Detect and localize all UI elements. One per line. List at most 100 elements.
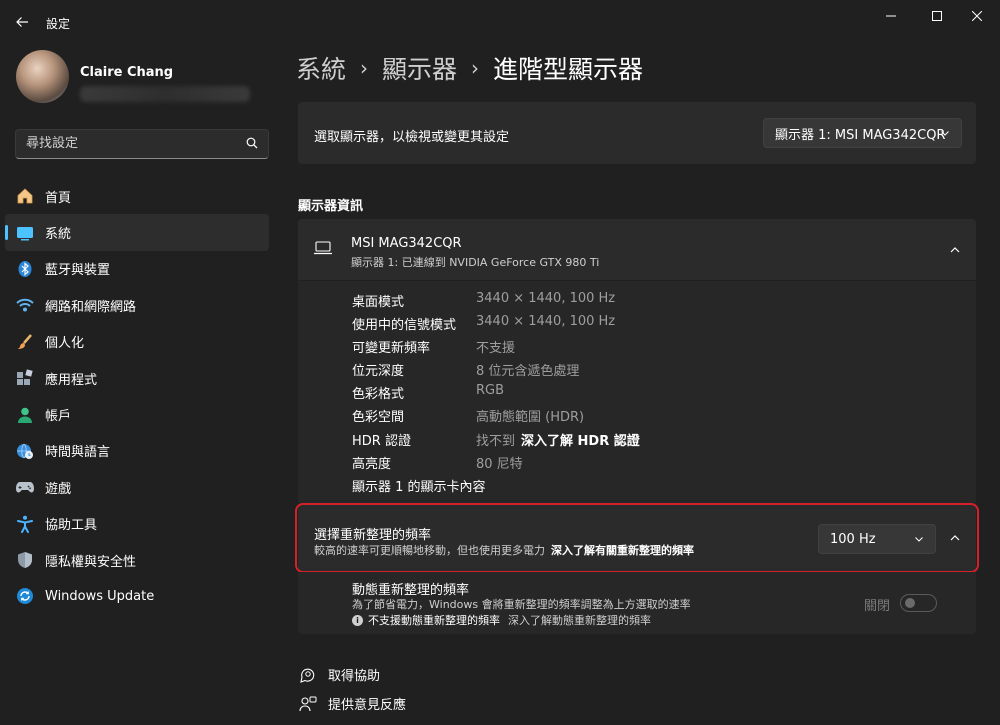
hdr-certification-link[interactable]: 深入了解 HDR 認證 [521, 434, 640, 449]
globe-clock-icon [15, 441, 35, 461]
bluetooth-icon [15, 259, 35, 279]
info-value: 找不到 [476, 434, 516, 449]
sidebar-item-label: 遊戲 [45, 481, 72, 497]
info-key: 可變更新頻率 [352, 341, 431, 356]
close-button[interactable] [954, 0, 1000, 32]
info-value: 3440 × 1440, 100 Hz [476, 291, 616, 306]
sidebar-item-home[interactable]: 首頁 [5, 178, 269, 214]
dynamic-refresh-note: i 不支援動態重新整理的頻率 深入了解動態重新整理的頻率 [352, 612, 651, 628]
get-help-link[interactable]: 取得協助 [298, 665, 380, 684]
chevron-down-icon [940, 127, 950, 142]
back-arrow-icon [16, 17, 28, 27]
sidebar-item-label: 帳戶 [45, 409, 72, 425]
dynamic-refresh-learn-more-link[interactable]: 深入了解動態重新整理的頻率 [508, 612, 651, 628]
minimize-icon [886, 15, 896, 17]
search-icon[interactable] [246, 137, 258, 153]
display-info-header[interactable]: MSI MAG342CQR 顯示器 1: 已連線到 NVIDIA GeForce… [298, 219, 976, 280]
select-display-card: 選取顯示器，以檢視或變更其設定 顯示器 1: MSI MAG342CQR [298, 102, 976, 164]
chevron-up-icon [950, 535, 960, 541]
sidebar-item-label: 時間與語言 [45, 445, 111, 461]
info-value: 不支援 [476, 341, 516, 356]
update-icon [15, 586, 35, 606]
sidebar-item-label: 首頁 [45, 190, 72, 206]
sidebar-item-label: 藍牙與裝置 [45, 263, 111, 279]
info-key: 使用中的信號模式 [352, 318, 457, 333]
laptop-icon [313, 241, 333, 259]
sidebar-item-privacy-security[interactable]: 隱私權與安全性 [5, 542, 269, 578]
refresh-rate-value: 100 Hz [830, 531, 876, 547]
breadcrumb-separator: › [360, 56, 369, 80]
monitor-name: MSI MAG342CQR [351, 236, 462, 251]
breadcrumb-separator: › [471, 56, 480, 80]
sidebar-item-personalization[interactable]: 個人化 [5, 324, 269, 360]
dynamic-refresh-toggle[interactable] [900, 594, 937, 612]
collapse-display-info-button[interactable] [941, 236, 969, 264]
system-icon [15, 223, 35, 243]
give-feedback-label: 提供意見反應 [328, 698, 407, 713]
breadcrumb: 系統 › 顯示器 › 進階型顯示器 [296, 50, 643, 86]
apps-icon [15, 368, 35, 388]
section-title-display-info: 顯示器資訊 [298, 199, 364, 214]
monitor-subtitle: 顯示器 1: 已連線到 NVIDIA GeForce GTX 980 Ti [351, 256, 600, 269]
search-input[interactable] [26, 136, 226, 151]
help-icon [298, 666, 318, 684]
wifi-icon [15, 295, 35, 315]
monitor-select-dropdown[interactable]: 顯示器 1: MSI MAG342CQR [763, 118, 962, 148]
title-bar: 設定 [0, 0, 1000, 44]
dynamic-refresh-subtitle: 為了節省電力，Windows 會將重新整理的頻率調整為上方選取的速率 [352, 598, 691, 611]
info-value: RGB [476, 383, 505, 398]
sidebar-item-label: 網路和網際網路 [45, 299, 137, 315]
refresh-rate-title: 選擇重新整理的頻率 [314, 528, 432, 543]
chevron-up-icon [950, 247, 960, 253]
close-icon [972, 11, 982, 21]
give-feedback-link[interactable]: 提供意見反應 [298, 694, 406, 713]
sidebar-item-label: 系統 [45, 227, 72, 243]
info-value: 80 尼特 [476, 457, 523, 472]
refresh-rate-description: 較高的速率可更順暢地移動，但也使用更多電力 [314, 544, 545, 557]
select-display-label: 選取顯示器，以檢視或變更其設定 [314, 130, 510, 145]
get-help-label: 取得協助 [328, 669, 381, 684]
sidebar-item-accessibility[interactable]: 協助工具 [5, 506, 269, 542]
collapse-refresh-rate-button[interactable] [941, 524, 969, 552]
sidebar-item-windows-update[interactable]: Windows Update [5, 578, 269, 614]
sidebar-item-gaming[interactable]: 遊戲 [5, 469, 269, 505]
breadcrumb-display[interactable]: 顯示器 [382, 50, 457, 86]
info-value: 8 位元含遞色處理 [476, 364, 580, 379]
chevron-down-icon [914, 533, 924, 548]
sidebar-item-network[interactable]: 網路和網際網路 [5, 287, 269, 323]
user-email-redacted [80, 86, 250, 102]
sidebar-item-label: 個人化 [45, 336, 85, 352]
toggle-state-label: 關閉 [864, 599, 891, 614]
info-key[interactable]: 顯示器 1 的顯示卡內容 [352, 476, 486, 495]
sidebar-item-apps[interactable]: 應用程式 [5, 360, 269, 396]
home-icon [15, 186, 35, 206]
refresh-rate-dropdown[interactable]: 100 Hz [818, 524, 936, 554]
avatar[interactable] [16, 50, 69, 103]
gamepad-icon [15, 477, 35, 497]
sidebar-item-label: 協助工具 [45, 518, 98, 534]
info-icon: i [352, 614, 363, 626]
info-key: 桌面模式 [352, 295, 405, 310]
display-info-body: 桌面模式 3440 × 1440, 100 Hz 使用中的信號模式 3440 ×… [298, 281, 976, 503]
refresh-rate-card: 選擇重新整理的頻率 較高的速率可更順暢地移動，但也使用更多電力 深入了解有關重新整… [298, 504, 976, 571]
sidebar-item-system[interactable]: 系統 [5, 214, 269, 251]
back-button[interactable] [8, 8, 36, 36]
info-value: 3440 × 1440, 100 Hz [476, 314, 616, 329]
breadcrumb-system[interactable]: 系統 [296, 50, 346, 86]
info-key: HDR 認證 [352, 434, 411, 449]
monitor-select-value: 顯示器 1: MSI MAG342CQR [775, 127, 946, 143]
sidebar-item-bluetooth[interactable]: 藍牙與裝置 [5, 251, 269, 287]
sidebar-item-time-language[interactable]: 時間與語言 [5, 433, 269, 469]
info-value-wrapper: 找不到 深入了解 HDR 認證 [476, 430, 640, 449]
user-name: Claire Chang [80, 65, 174, 80]
info-key: 位元深度 [352, 364, 405, 379]
sidebar-item-accounts[interactable]: 帳戶 [5, 396, 269, 432]
feedback-icon [298, 695, 318, 713]
refresh-rate-learn-more-link[interactable]: 深入了解有關重新整理的頻率 [551, 544, 694, 557]
info-key: 高亮度 [352, 457, 392, 472]
sidebar-item-label: 應用程式 [45, 372, 98, 388]
shield-icon [15, 550, 35, 570]
minimize-button[interactable] [868, 0, 914, 32]
settings-search[interactable] [15, 129, 269, 159]
sidebar-item-label: Windows Update [45, 588, 155, 604]
